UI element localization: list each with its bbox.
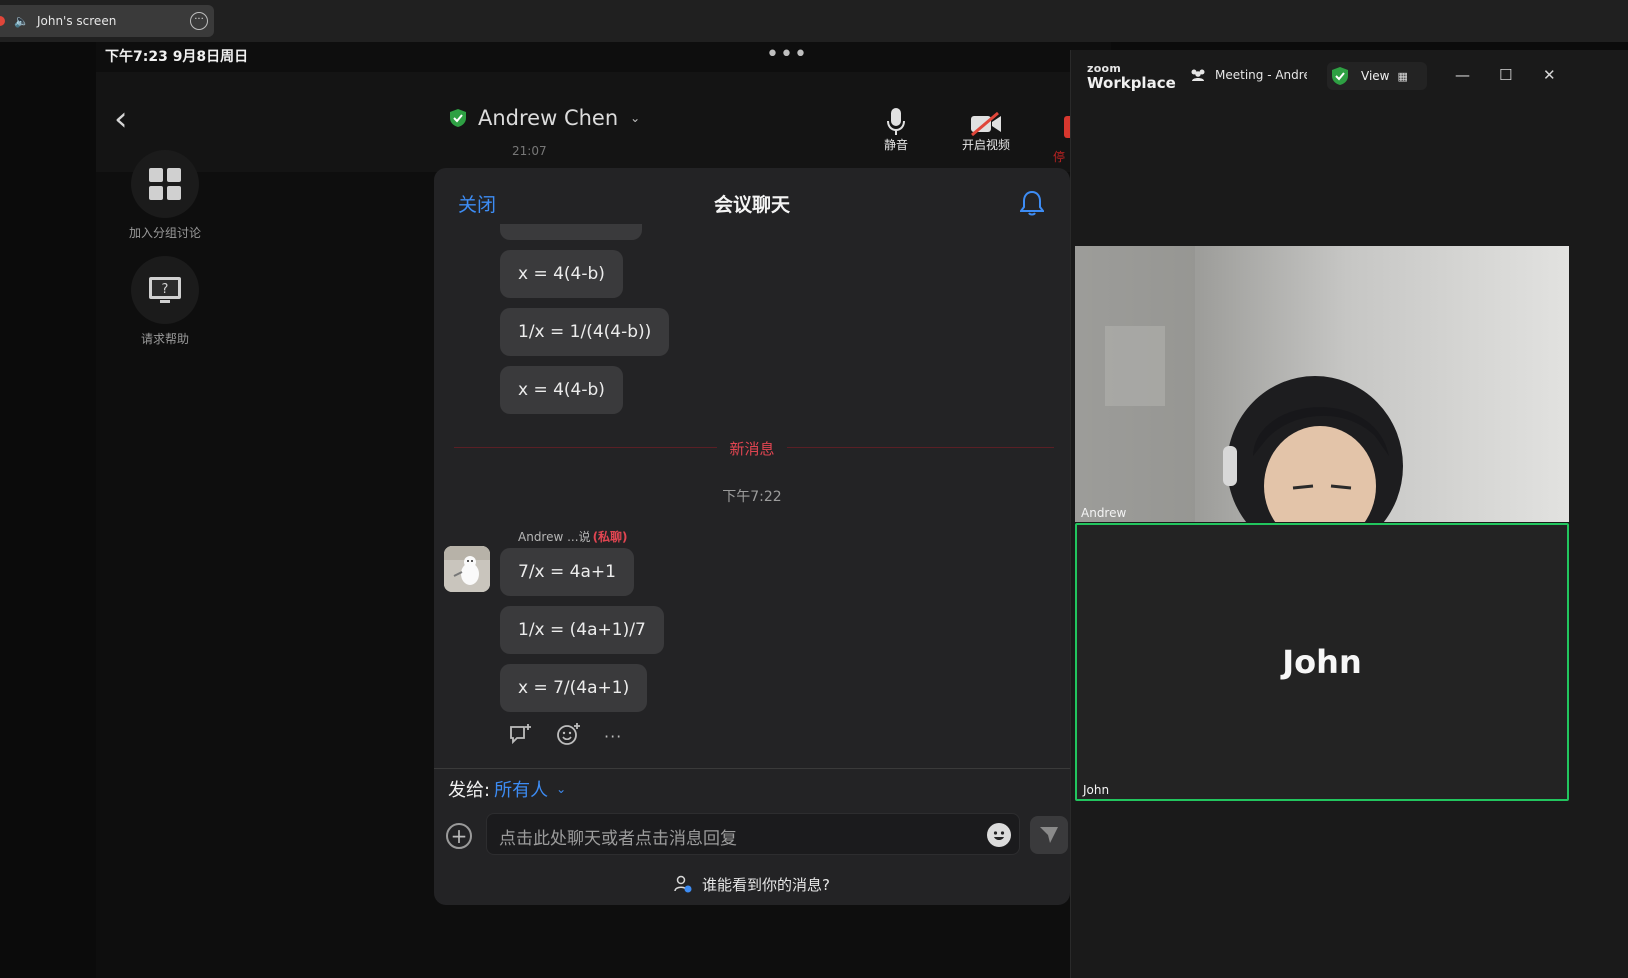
chevron-down-icon: ⌄ [630,111,641,125]
chat-bubble[interactable]: x = 4(4-b) [500,366,623,414]
meeting-elapsed-time: 21:07 [512,144,547,158]
screen-share-bar: 🔈 John's screen ··· [0,0,1628,42]
start-video-label: 开启视频 [962,138,1011,152]
who-can-see-text: 谁能看到你的消息? [702,876,830,894]
meeting-title: Meeting - Andrew [1189,68,1307,82]
bell-icon[interactable] [1019,190,1045,220]
recording-dot [0,16,5,26]
message-actions: ··· [508,722,622,750]
message-time: 下午7:22 [722,489,782,505]
shield-check-icon [450,109,466,127]
who-can-see-link[interactable]: 谁能看到你的消息? [434,874,1070,895]
chat-bubble[interactable]: 1/x = 1/(4(4-b)) [500,308,670,356]
microphone-icon [884,106,908,136]
send-icon [1040,827,1058,843]
shield-check-icon [1332,67,1348,85]
chevron-down-icon: ⌄ [556,782,567,796]
mute-label: 静音 [884,138,909,152]
message-sender: Andrew ...说 (私聊) [518,528,628,545]
chat-bubble[interactable]: x = 7/(4a+1) [500,664,648,712]
speaker-icon: 🔈 [14,14,29,28]
send-button[interactable] [1030,816,1068,854]
send-to-recipient[interactable]: 所有人 [494,776,548,802]
participant-name-john: John [1083,783,1110,797]
send-to-row[interactable]: 发给: 所有人 ⌄ [448,776,566,802]
composer-divider [434,768,1070,769]
view-label: View [1361,69,1390,83]
send-to-label: 发给: [448,780,491,801]
back-chevron-icon[interactable]: ‹ [114,102,128,136]
participant-video [1075,246,1403,522]
host-name: Andrew Chen [478,106,619,130]
emoji-icon[interactable] [987,823,1011,847]
ellipsis-icon[interactable]: ··· [190,12,208,30]
zoom-window: zoom Workplace Meeting - Andrew View ▦ —… [1070,50,1628,978]
new-messages-label: 新消息 [717,440,787,458]
add-attachment-button[interactable]: + [446,823,472,849]
close-icon[interactable]: ✕ [1543,66,1556,84]
chat-bubble[interactable]: 1/x = (4a+1)/7 [500,606,664,654]
chat-input[interactable]: 点击此处聊天或者点击消息回复 [486,813,1020,855]
video-tile-john[interactable]: John John [1075,523,1569,801]
chat-title: 会议聊天 [713,194,790,216]
start-video-button[interactable]: 开启视频 [962,106,1010,153]
reply-thread-icon[interactable] [508,722,534,750]
ask-help-label: 请求帮助 [140,332,189,346]
grid-icon: ▦ [1397,69,1408,83]
participant-name-andrew: Andrew [1081,506,1127,520]
chat-input-placeholder: 点击此处聊天或者点击消息回复 [499,829,737,849]
join-breakout-label: 加入分组讨论 [128,226,201,240]
multitask-dots[interactable]: ••• [766,42,808,67]
participant-display-name: John [1282,643,1362,681]
chat-bubble[interactable]: 7/x = 4a+1 [500,548,634,596]
participants-icon [1191,69,1205,81]
host-selector[interactable]: Andrew Chen ⌄ [450,106,640,130]
view-button[interactable]: View ▦ [1327,62,1427,90]
status-time: 下午7:23 9月8日周日 [105,49,249,65]
avatar[interactable] [444,546,490,592]
user-visibility-icon [674,875,692,893]
stop-share-label: 停 [1053,150,1066,164]
meeting-title-text: Meeting - Andrew [1215,68,1307,82]
meeting-chat-panel: 关闭 会议聊天 x = 4(4-b) 1/x = 1/(4(4-b)) x = … [434,168,1070,905]
zoom-titlebar: zoom Workplace Meeting - Andrew View ▦ —… [1071,50,1628,102]
add-reaction-icon[interactable] [556,722,582,750]
screen-share-pill[interactable]: 🔈 John's screen ··· [0,5,214,37]
svg-text:?: ? [162,282,169,297]
video-tile-andrew[interactable]: Andrew [1075,246,1569,522]
mute-button[interactable]: 静音 [884,106,908,153]
new-messages-label-wrap: 新消息 [434,438,1070,459]
help-icon: ? [131,256,199,324]
sender-name: Andrew ...说 [518,530,591,544]
video-off-icon [962,106,1010,136]
ask-help-button[interactable]: ? 请求帮助 [112,256,218,347]
more-options-icon[interactable]: ··· [604,727,622,746]
previous-bubble-edge [500,224,642,240]
screen-share-label: John's screen [36,14,117,28]
breakout-rooms-icon [131,150,199,218]
private-tag: (私聊) [592,530,628,544]
ipad-status-bar: 下午7:23 9月8日周日 ••• [96,42,1111,72]
maximize-icon[interactable]: ☐ [1499,66,1512,84]
meeting-header: ‹ Andrew Chen ⌄ 21:07 静音 开启视频 停 [96,72,1111,172]
chat-bubble[interactable]: x = 4(4-b) [500,250,623,298]
zoom-brand: Workplace [1087,74,1176,92]
minimize-icon[interactable]: — [1455,66,1470,84]
join-breakout-button[interactable]: 加入分组讨论 [112,150,218,241]
